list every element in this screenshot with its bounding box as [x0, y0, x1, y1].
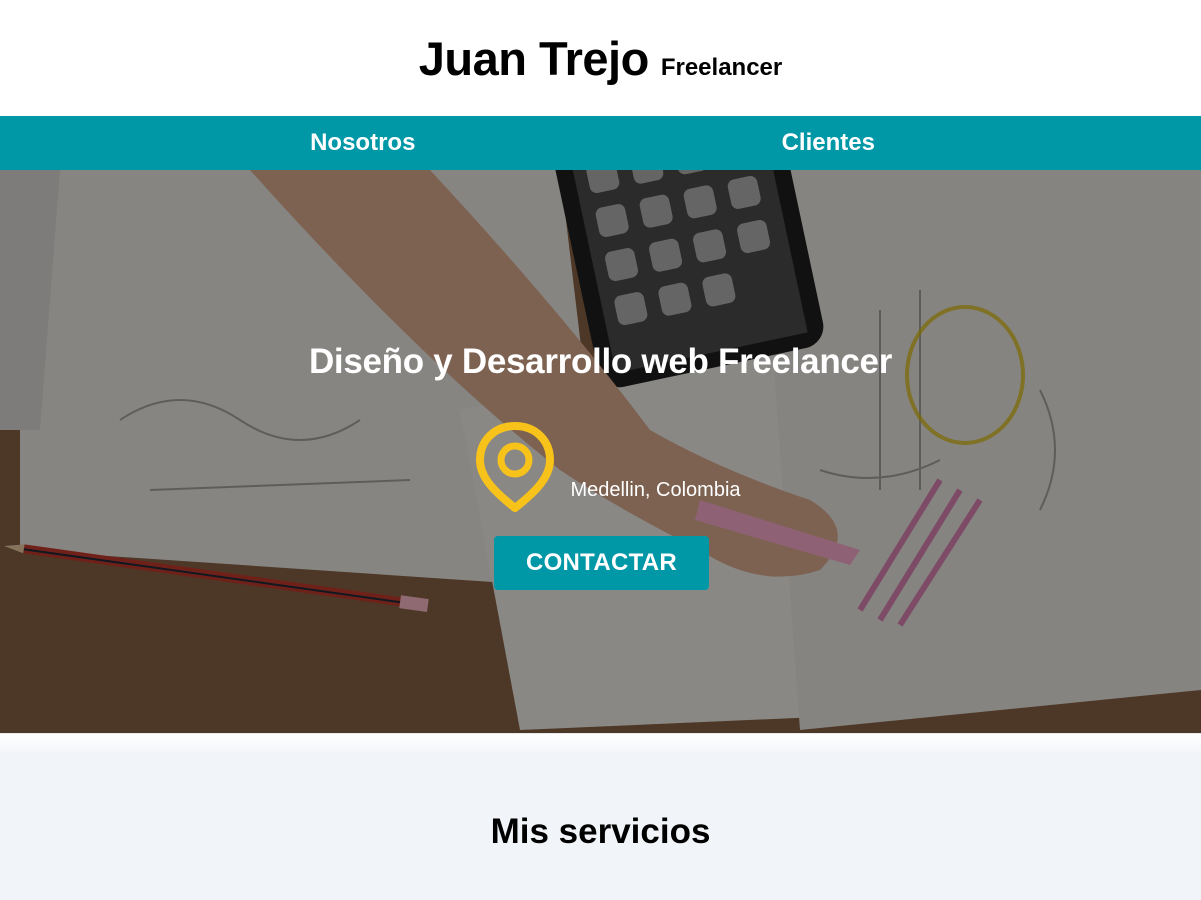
nav-link-nosotros[interactable]: Nosotros	[0, 129, 596, 157]
contact-button[interactable]: CONTACTAR	[494, 536, 709, 590]
map-pin-icon	[476, 422, 555, 512]
nav-link-clientes[interactable]: Clientes	[596, 129, 1201, 157]
hero-title: Diseño y Desarrollo web Freelancer	[308, 342, 893, 381]
hero-content: Diseño y Desarrollo web Freelancer Medel…	[0, 170, 1201, 733]
logo[interactable]: Juan Trejo Freelancer	[419, 31, 782, 86]
site-header: Juan Trejo Freelancer	[0, 0, 1201, 116]
main-nav: Nosotros Clientes	[0, 116, 1201, 170]
logo-name: Juan Trejo	[418, 31, 650, 85]
logo-role: Freelancer	[660, 53, 783, 81]
location: Medellin, Colombia	[474, 420, 741, 514]
services-title: Mis servicios	[490, 812, 711, 851]
services-section: Mis servicios	[0, 733, 1201, 900]
hero-section: Diseño y Desarrollo web Freelancer Medel…	[0, 170, 1201, 733]
location-text: Medellin, Colombia	[570, 479, 741, 501]
